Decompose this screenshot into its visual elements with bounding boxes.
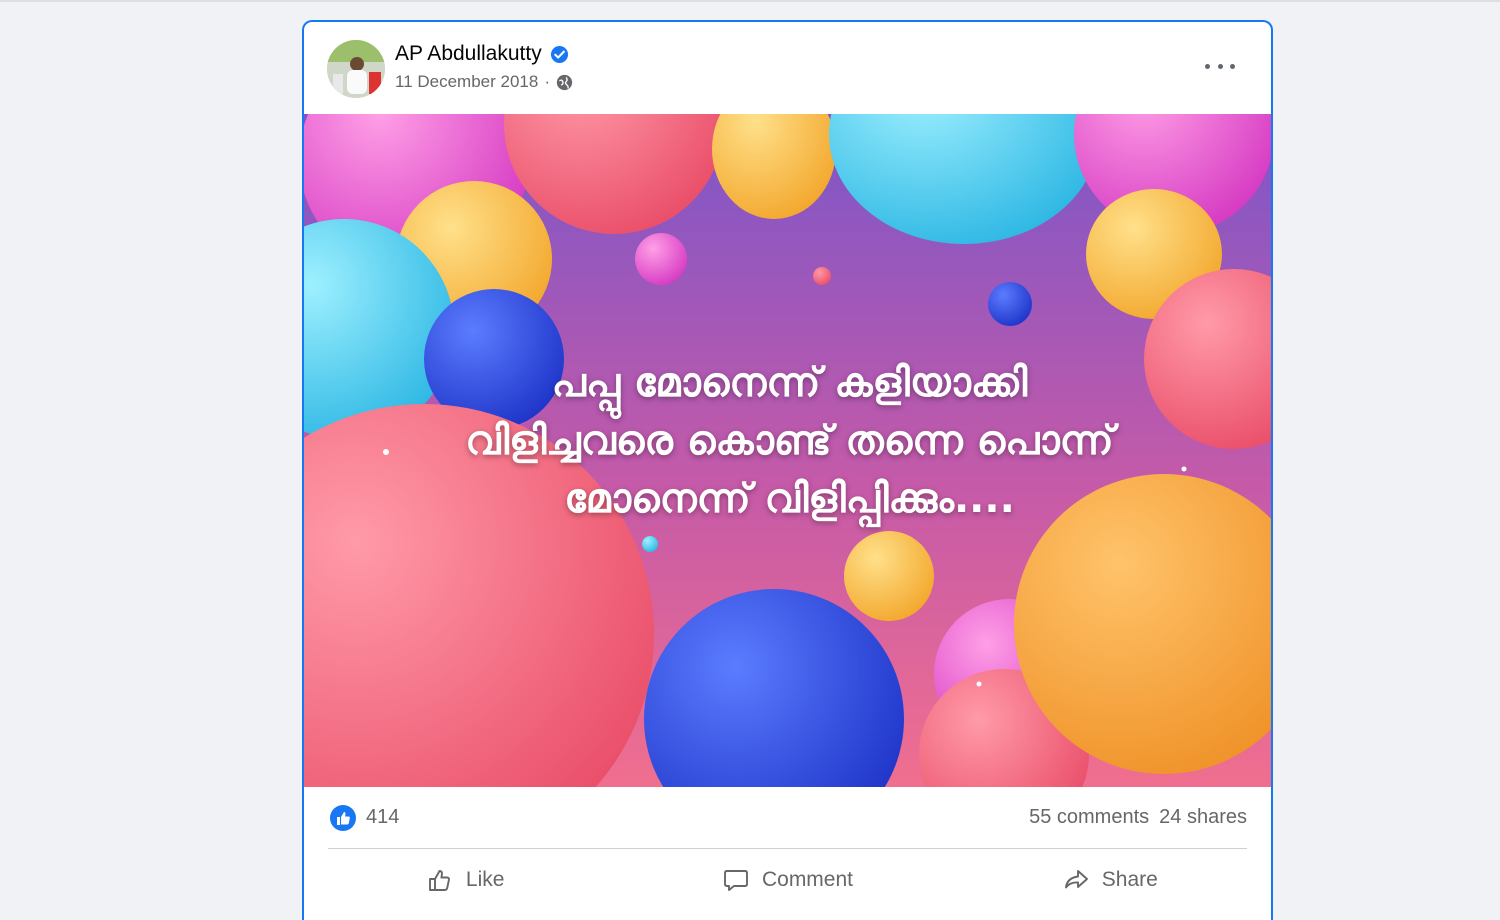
author-name-row: AP Abdullakutty [395,42,569,66]
like-button[interactable]: Like [304,850,626,910]
share-button[interactable]: Share [949,850,1271,910]
comment-count[interactable]: 55 comments [1029,806,1149,829]
post-header: AP Abdullakutty 11 December 2018 · [304,22,1271,114]
more-options-icon[interactable] [1205,56,1235,76]
meta-separator: · [544,72,551,91]
share-arrow-icon [1064,870,1088,889]
caption-line-2: വിളിച്ചവരെ കൊണ്ട് തന്നെ പൊന്ന് [465,418,1114,464]
verified-badge-icon [550,45,568,63]
comment-label: Comment [761,868,853,891]
post-meta: 11 December 2018 · [395,72,573,92]
globe-icon [556,74,573,90]
caption-line-3: മോനെന്ന് വിളിപ്പിക്കും.... [564,476,1015,522]
author-avatar[interactable] [327,40,385,98]
share-label: Share [1101,868,1158,891]
comment-icon [724,870,748,891]
action-bar: Like Comment Share [304,850,1271,910]
image-caption: പപ്പു മോനെന്ന് കളിയാക്കി വിളിച്ചവരെ കൊണ്… [304,354,1271,528]
caption-line-1: പപ്പു മോനെന്ന് കളിയാക്കി [551,360,1028,406]
top-divider [0,0,1500,2]
post-card: AP Abdullakutty 11 December 2018 · പപ്പു… [302,20,1273,920]
like-reaction-icon[interactable] [330,805,356,831]
author-name[interactable]: AP Abdullakutty [395,42,542,66]
engagement-counts: 55 comments 24 shares [1029,806,1247,829]
share-count[interactable]: 24 shares [1159,806,1247,829]
comment-button[interactable]: Comment [626,850,948,910]
post-date[interactable]: 11 December 2018 [395,72,538,92]
reaction-count[interactable]: 414 [366,806,399,829]
stats-divider [328,848,1247,849]
post-stats: 414 55 comments 24 shares [304,787,1271,847]
post-image[interactable]: പപ്പു മോനെന്ന് കളിയാക്കി വിളിച്ചവരെ കൊണ്… [304,114,1271,787]
thumbs-up-icon [428,870,450,891]
like-label: Like [465,868,505,891]
